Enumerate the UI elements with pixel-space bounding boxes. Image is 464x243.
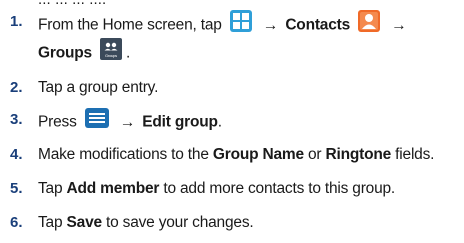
- step-number: 4.: [10, 146, 23, 163]
- apps-grid-icon: [229, 10, 252, 37]
- step-number: 5.: [10, 180, 23, 197]
- step-bold-text: Contacts: [285, 16, 351, 34]
- instruction-page: ... ... ... .... 1. From the Home screen…: [0, 0, 464, 243]
- contacts-icon: [358, 10, 381, 37]
- step-bold-text: Save: [66, 214, 103, 231]
- step-text: Press: [38, 113, 77, 131]
- arrow-glyph: →: [391, 16, 407, 34]
- groups-icon-caption: Groups: [105, 53, 117, 58]
- step-text: From the Home screen, tap: [38, 16, 222, 34]
- step-5-body: Tap Add member to add more contacts to t…: [38, 179, 395, 198]
- step-bold-text: Edit group: [142, 113, 218, 131]
- step-bold-text: Group Name: [212, 146, 304, 163]
- step-number: 3.: [10, 111, 23, 128]
- arrow-glyph: →: [262, 16, 279, 34]
- step-4-body: Make modifications to the Group Name or …: [38, 145, 434, 164]
- step-number: 2.: [10, 79, 23, 96]
- step-text: to save your changes.: [106, 214, 254, 231]
- arrow-glyph: →: [119, 113, 136, 131]
- step-1-line-2: Groups Groups .: [38, 38, 131, 67]
- step-bold-text: Ringtone: [325, 146, 392, 163]
- step-text: or: [308, 146, 322, 163]
- step-text: Tap: [38, 214, 63, 231]
- step-1-line-1: From the Home screen, tap → Contacts →: [38, 10, 410, 39]
- step-number: 1.: [10, 13, 23, 30]
- step-text: fields.: [395, 146, 435, 163]
- step-bold-text: Groups: [38, 44, 92, 62]
- step-text: Make modifications to the: [38, 146, 209, 163]
- step-6-body: Tap Save to save your changes.: [38, 213, 254, 232]
- step-3-body: Press → Edit group.: [38, 108, 222, 135]
- menu-key-icon: [84, 108, 109, 133]
- step-number: 6.: [10, 214, 23, 231]
- groups-icon: Groups: [100, 38, 123, 65]
- step-bold-text: Add member: [66, 180, 160, 197]
- cropped-heading-remnant: ... ... ... ....: [38, 0, 106, 8]
- step-text: .: [217, 113, 222, 131]
- step-text: Tap a group entry.: [38, 79, 159, 96]
- step-text: to add more contacts to this group.: [163, 180, 396, 197]
- step-text: .: [126, 44, 131, 62]
- step-text: Tap: [38, 180, 63, 197]
